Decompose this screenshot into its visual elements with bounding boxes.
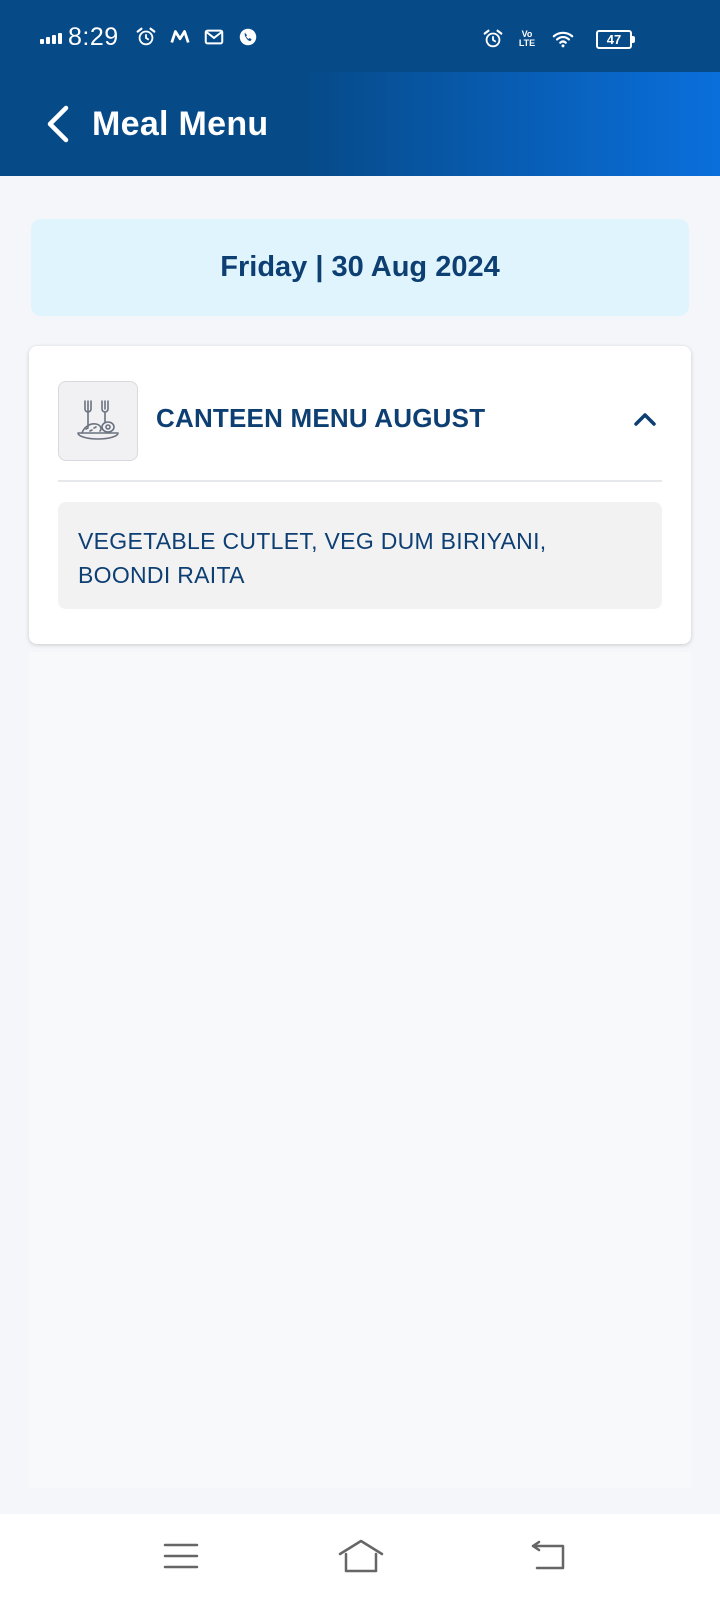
content-empty-area (29, 652, 691, 1488)
status-left: 8:29 (40, 22, 269, 52)
menu-items: VEGETABLE CUTLET, VEG DUM BIRIYANI, BOON… (58, 502, 662, 609)
back-button[interactable] (38, 99, 78, 149)
app-header: Meal Menu (0, 72, 720, 176)
alarm-icon (133, 24, 159, 50)
volte-line2: LTE (518, 38, 536, 48)
page-title: Meal Menu (92, 104, 269, 143)
date-text: Friday | 30 Aug 2024 (220, 251, 500, 283)
menu-icon[interactable] (156, 1536, 206, 1576)
wifi-icon (550, 26, 576, 52)
card-divider (58, 480, 662, 482)
collapse-button[interactable] (627, 401, 663, 437)
date-banner: Friday | 30 Aug 2024 (31, 219, 689, 316)
signal-icon (40, 30, 62, 44)
menu-card: CANTEEN MENU AUGUST VEGETABLE CUTLET, VE… (29, 346, 691, 644)
gmail-icon (201, 24, 227, 50)
volte-icon: Vo LTE (516, 30, 538, 48)
home-icon[interactable] (336, 1536, 386, 1576)
status-right: Vo LTE 47 (480, 24, 635, 54)
alarm-icon (480, 26, 506, 52)
status-time: 8:29 (68, 22, 119, 51)
battery-icon: 47 (596, 29, 635, 49)
call-app-icon (235, 24, 261, 50)
status-bar: 8:29 Vo LTE 47 (0, 0, 720, 72)
menu-items-line2: BOONDI RAITA (78, 562, 245, 588)
chevron-up-icon (634, 413, 656, 426)
chevron-left-icon (47, 105, 69, 143)
m-app-icon (167, 24, 193, 50)
card-title: CANTEEN MENU AUGUST (156, 403, 486, 433)
system-nav-bar (0, 1514, 720, 1600)
back-icon[interactable] (524, 1536, 574, 1576)
menu-items-line1: VEGETABLE CUTLET, VEG DUM BIRIYANI, (78, 528, 547, 554)
plate-fork-icon (58, 381, 138, 461)
